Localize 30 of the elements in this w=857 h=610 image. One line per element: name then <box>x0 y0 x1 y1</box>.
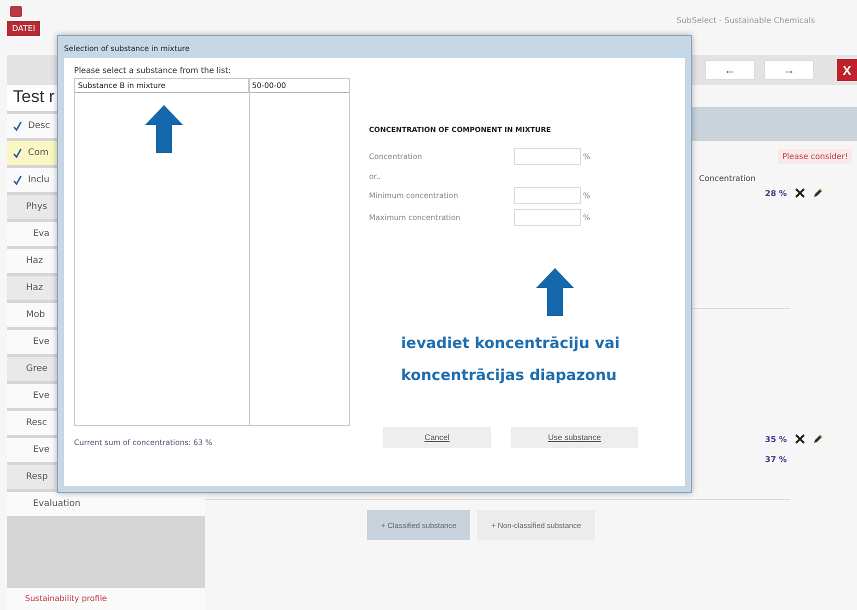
hint-text: ievadiet koncentrāciju vai <box>401 333 620 354</box>
nav-button[interactable]: → <box>764 60 814 80</box>
concentration-value: 35 % <box>765 434 787 444</box>
app-icon <box>10 6 22 17</box>
input-field[interactable] <box>514 148 581 164</box>
pencil-icon[interactable] <box>813 434 823 444</box>
delete-icon[interactable] <box>795 434 805 444</box>
up-arrow-icon <box>145 105 183 153</box>
cancel-button[interactable]: Cancel <box>383 427 491 448</box>
sidebar-item[interactable]: Evaluation <box>7 492 205 516</box>
check-icon <box>13 148 22 158</box>
input-field[interactable] <box>514 186 581 204</box>
check-icon <box>13 175 22 185</box>
concentration-value: 28 % <box>765 188 787 198</box>
close-button[interactable]: X <box>837 59 857 81</box>
nav-button[interactable]: ← <box>705 60 755 80</box>
up-arrow-icon <box>536 268 574 316</box>
notice-badge: Please consider! <box>778 149 852 164</box>
confirm-button[interactable]: Use substance <box>511 427 638 448</box>
file-tab[interactable]: DATEI <box>7 21 40 36</box>
delete-icon[interactable] <box>795 188 805 198</box>
sidebar-link[interactable]: Sustainability profile <box>7 588 205 610</box>
window-title: SubSelect - Sustainable Chemicals <box>676 16 815 25</box>
prompt-text: Please select a substance from the list: <box>74 66 232 75</box>
hint-text: koncentrācijas diapazonu <box>401 365 618 386</box>
column-header: Concentration <box>699 174 757 183</box>
check-icon <box>13 121 22 131</box>
input-field[interactable] <box>514 208 581 226</box>
concentration-value: 37 % <box>765 454 787 464</box>
pencil-icon[interactable] <box>813 188 823 198</box>
